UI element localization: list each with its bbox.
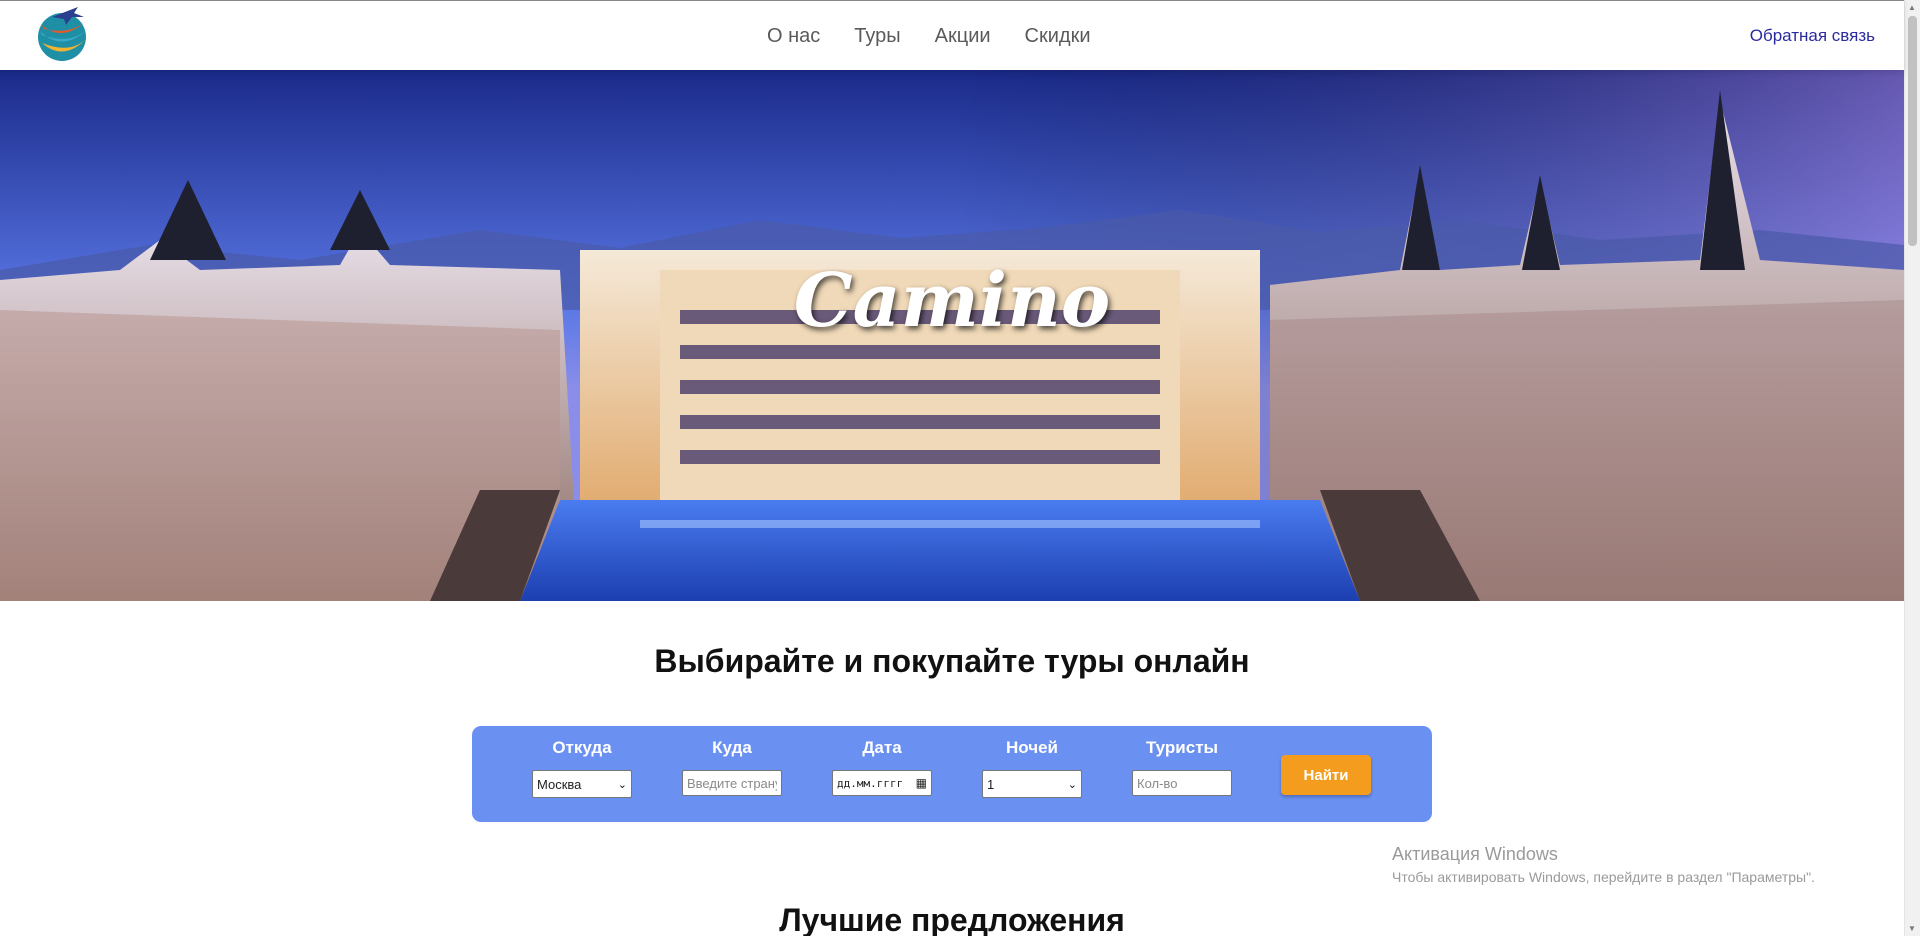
feedback-link[interactable]: Обратная связь [1750, 26, 1875, 46]
calendar-icon[interactable]: ▦ [916, 776, 927, 790]
plane-globe-logo[interactable] [32, 3, 94, 65]
date-field: Дата дд.мм.гггг ▦ [832, 738, 932, 796]
nights-value: 1 [987, 776, 995, 792]
tour-search-panel: Откуда Москва ⌄ Куда Введите страну Дата… [472, 726, 1432, 822]
nights-select[interactable]: 1 ⌄ [982, 770, 1082, 798]
nights-label: Ночей [1005, 738, 1058, 757]
from-select[interactable]: Москва ⌄ [532, 770, 632, 798]
chevron-down-icon: ⌄ [1067, 778, 1077, 791]
page: О нас Туры Акции Скидки Обратная связь C… [0, 0, 1920, 936]
page-scrollbar[interactable]: ▲ ▼ [1904, 0, 1920, 936]
nav-tours[interactable]: Туры [854, 25, 900, 48]
tourists-field: Туристы Кол-во [1132, 738, 1232, 796]
nav-promotions[interactable]: Акции [935, 25, 991, 48]
to-input[interactable]: Введите страну [682, 770, 782, 796]
chevron-down-icon: ⌄ [617, 778, 627, 791]
nav-about[interactable]: О нас [767, 25, 820, 48]
tourists-input[interactable]: Кол-во [1132, 770, 1232, 796]
tourists-placeholder: Кол-во [1137, 775, 1178, 791]
to-placeholder: Введите страну [687, 775, 777, 791]
find-button[interactable]: Найти [1281, 755, 1371, 795]
from-label: Откуда [552, 738, 612, 757]
date-placeholder: дд.мм.гггг [837, 776, 904, 790]
main-nav: О нас Туры Акции Скидки [767, 25, 1091, 48]
date-input[interactable]: дд.мм.гггг ▦ [832, 770, 932, 796]
from-value: Москва [537, 776, 582, 792]
nights-field: Ночей 1 ⌄ [982, 738, 1082, 798]
scroll-thumb[interactable] [1908, 16, 1917, 246]
hero-banner: Camino [0, 70, 1904, 601]
nav-discounts[interactable]: Скидки [1025, 25, 1091, 48]
best-offers-heading: Лучшие предложения [779, 902, 1125, 936]
hero-title: Camino [793, 258, 1111, 344]
scroll-up-icon[interactable]: ▲ [1908, 3, 1916, 12]
site-header: О нас Туры Акции Скидки Обратная связь [0, 0, 1904, 70]
scroll-down-icon[interactable]: ▼ [1908, 924, 1916, 933]
windows-activation-watermark: Активация Windows Чтобы активировать Win… [1392, 844, 1815, 885]
watermark-subtitle: Чтобы активировать Windows, перейдите в … [1392, 869, 1815, 885]
page-headline: Выбирайте и покупайте туры онлайн [654, 643, 1250, 679]
from-field: Откуда Москва ⌄ [532, 738, 632, 798]
tourists-label: Туристы [1145, 738, 1219, 757]
to-label: Куда [712, 738, 752, 757]
to-field: Куда Введите страну [682, 738, 782, 796]
watermark-title: Активация Windows [1392, 844, 1558, 864]
date-label: Дата [862, 738, 902, 757]
